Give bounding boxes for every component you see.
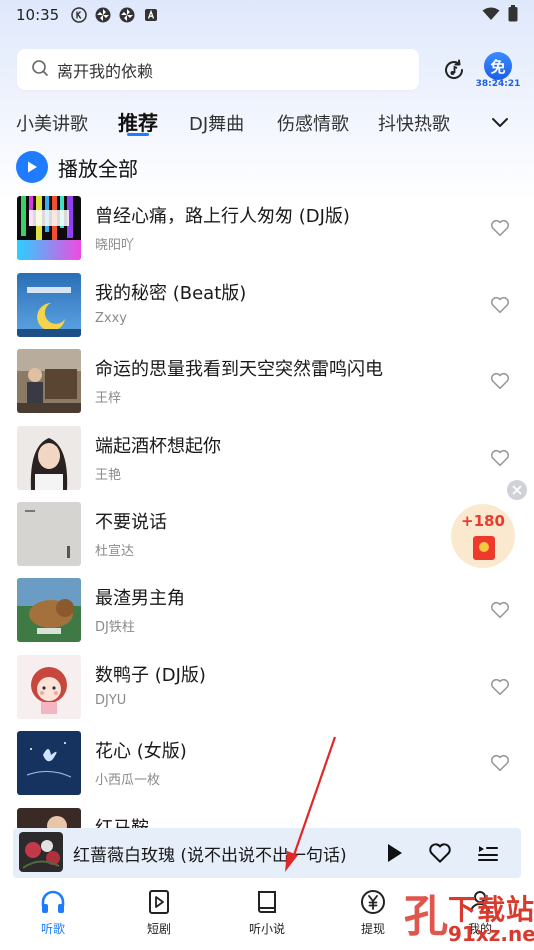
song-cover	[17, 349, 81, 413]
chevron-down-icon[interactable]	[490, 112, 510, 136]
tab-dj[interactable]: DJ舞曲	[189, 110, 244, 136]
watermark-bottom-text: 91xz.net	[448, 922, 534, 946]
nav-short-drama[interactable]: 短剧	[129, 888, 189, 937]
song-title: 我的秘密 (Beat版)	[95, 283, 247, 304]
tab-recommend[interactable]: 推荐	[118, 107, 158, 136]
mini-player-cover	[19, 832, 63, 872]
song-cover	[17, 273, 81, 337]
mini-player[interactable]: 红蔷薇白玫瑰 (说不出说不出一句话)	[13, 828, 521, 878]
song-row[interactable]: 数鸭子 (DJ版) DJYU	[0, 655, 534, 731]
music-recognize-icon	[445, 59, 464, 79]
red-packet-amount: +180	[461, 512, 505, 530]
pinwheel-icon	[95, 7, 111, 23]
song-artist: 王艳	[95, 468, 122, 483]
song-cover	[17, 655, 81, 719]
close-float-button[interactable]	[507, 480, 527, 500]
song-row[interactable]: 曾经心痛，路上行人匆匆 (DJ版) 晓阳吖	[0, 196, 534, 272]
song-cover	[17, 196, 81, 260]
song-artist: 晓阳吖	[95, 238, 135, 253]
pinwheel-icon	[119, 7, 135, 23]
heart-icon[interactable]	[489, 752, 511, 774]
play-all-button[interactable]: 播放全部	[16, 151, 138, 183]
song-row[interactable]: 花心 (女版) 小西瓜一枚	[0, 731, 534, 807]
close-icon	[512, 485, 522, 495]
tab-sad-songs[interactable]: 伤感情歌	[277, 110, 349, 136]
song-title: 数鸭子 (DJ版)	[95, 665, 206, 686]
red-envelope-icon	[473, 536, 495, 560]
song-title: 曾经心痛，路上行人匆匆 (DJ版)	[95, 206, 350, 227]
heart-icon[interactable]	[427, 840, 453, 866]
song-artist: DJYU	[95, 693, 127, 708]
play-icon[interactable]	[381, 840, 407, 866]
nav-listen[interactable]: 听歌	[23, 888, 83, 937]
heart-icon[interactable]	[489, 370, 511, 392]
song-artist: 王梓	[95, 391, 122, 406]
song-title: 命运的思量我看到天空突然雷鸣闪电	[95, 359, 383, 380]
song-cover	[17, 502, 81, 566]
a-square-icon	[143, 7, 159, 23]
free-badge-timer: 38:24:21	[475, 79, 521, 89]
song-row[interactable]: 端起酒杯想起你 王艳	[0, 426, 534, 502]
song-artist: 小西瓜一枚	[95, 773, 161, 788]
heart-icon[interactable]	[489, 599, 511, 621]
song-row[interactable]: 最渣男主角 DJ铁柱	[0, 578, 534, 654]
watermark-logo: 孔	[404, 891, 448, 942]
nav-novel[interactable]: 听小说	[237, 888, 297, 937]
heart-icon[interactable]	[489, 294, 511, 316]
battery-icon	[508, 4, 518, 26]
song-row[interactable]: 我的秘密 (Beat版) Zxxy	[0, 273, 534, 349]
song-title: 端起酒杯想起你	[95, 436, 221, 457]
song-cover	[17, 578, 81, 642]
headphones-icon	[39, 888, 67, 916]
song-title: 不要说话	[95, 512, 167, 533]
site-watermark: 孔 下载站 91xz.net	[404, 886, 534, 950]
heart-icon[interactable]	[489, 676, 511, 698]
song-title: 花心 (女版)	[95, 741, 187, 762]
mini-player-title: 红蔷薇白玫瑰 (说不出说不出一句话)	[73, 846, 347, 866]
nav-label: 听小说	[248, 922, 285, 936]
song-artist: DJ铁柱	[95, 620, 135, 635]
status-bar: 10:35	[0, 0, 534, 30]
wifi-icon	[482, 6, 500, 25]
search-input[interactable]: 离开我的依赖	[17, 49, 419, 90]
music-recognize-button[interactable]	[440, 56, 468, 84]
song-title: 最渣男主角	[95, 588, 185, 609]
song-row[interactable]: 命运的思量我看到天空突然雷鸣闪电 王梓	[0, 349, 534, 425]
nav-label: 提现	[360, 922, 385, 936]
status-time: 10:35	[16, 6, 60, 24]
search-placeholder: 离开我的依赖	[57, 61, 154, 81]
playlist-icon[interactable]	[475, 840, 501, 866]
active-tab-indicator	[127, 133, 149, 136]
nav-label: 短剧	[146, 922, 171, 936]
heart-icon[interactable]	[489, 447, 511, 469]
song-cover	[17, 731, 81, 795]
tab-hot-songs[interactable]: 抖快热歌	[378, 110, 450, 136]
nav-label: 听歌	[40, 922, 65, 936]
song-cover	[17, 808, 81, 830]
tab-xiaomei[interactable]: 小美讲歌	[16, 110, 88, 136]
search-icon	[31, 59, 49, 81]
play-all-label: 播放全部	[58, 156, 138, 181]
free-listening-badge[interactable]: 免 38:24:21	[476, 52, 520, 92]
k-circle-icon	[71, 7, 87, 23]
book-icon	[253, 888, 281, 916]
free-badge-label: 免	[484, 52, 512, 80]
play-icon	[16, 151, 48, 183]
heart-icon[interactable]	[489, 217, 511, 239]
yuan-circle-icon	[359, 888, 387, 916]
category-tabs: 小美讲歌 推荐 DJ舞曲 伤感情歌 抖快热歌	[0, 100, 534, 142]
song-artist: Zxxy	[95, 311, 127, 326]
red-packet-reward[interactable]: +180	[451, 504, 515, 568]
song-artist: 杜宣达	[95, 544, 135, 559]
play-square-icon	[145, 888, 173, 916]
nav-withdraw[interactable]: 提现	[343, 888, 403, 937]
song-cover	[17, 426, 81, 490]
